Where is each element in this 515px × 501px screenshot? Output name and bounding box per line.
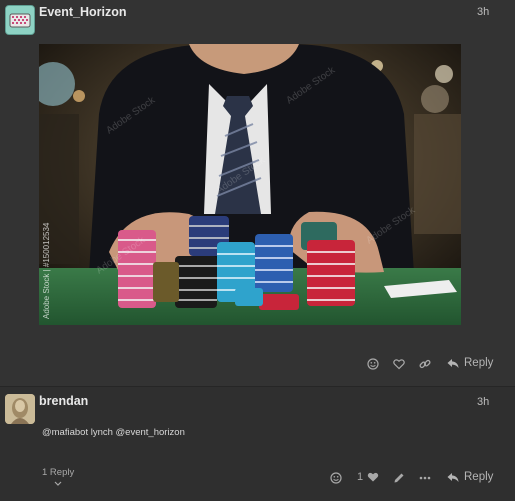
post-event-horizon: Event_Horizon 3h Adobe Stock | #15001253… — [0, 0, 515, 386]
emoji-reaction-button[interactable] — [366, 357, 380, 371]
poker-chips-image: Adobe Stock | #150012534 Adobe Stock Ado… — [39, 44, 461, 325]
link-icon — [419, 359, 431, 369]
like-count: 1 — [357, 471, 364, 483]
post-timestamp[interactable]: 3h — [477, 396, 489, 408]
like-button[interactable] — [392, 357, 406, 371]
chevron-down-icon — [54, 479, 62, 490]
reply-arrow-icon — [447, 472, 459, 482]
reply-label: Reply — [464, 471, 494, 483]
smiley-icon — [367, 358, 379, 370]
smiley-icon — [330, 472, 342, 484]
ellipsis-icon — [419, 476, 431, 480]
show-replies-button[interactable]: 1 Reply — [42, 467, 75, 486]
post-username[interactable]: Event_Horizon — [39, 5, 127, 19]
avatar[interactable] — [5, 5, 35, 35]
post-timestamp[interactable]: 3h — [477, 6, 489, 18]
reply-button[interactable]: Reply — [447, 357, 493, 369]
avatar-icon — [6, 6, 34, 34]
heart-icon — [367, 472, 379, 482]
post-image[interactable]: Adobe Stock | #150012534 Adobe Stock Ado… — [39, 44, 461, 325]
reply-label: Reply — [464, 357, 494, 369]
edit-button[interactable] — [392, 471, 406, 485]
stock-id-watermark: Adobe Stock | #150012534 — [42, 222, 51, 319]
reply-button[interactable]: Reply — [447, 471, 493, 483]
avatar[interactable] — [5, 394, 35, 424]
avatar-icon — [5, 394, 35, 424]
emoji-reaction-button[interactable] — [329, 471, 343, 485]
post-body: @mafiabot lynch @event_horizon — [42, 427, 185, 438]
more-options-button[interactable] — [418, 471, 432, 485]
like-button[interactable]: 1 — [357, 471, 379, 483]
share-link-button[interactable] — [418, 357, 432, 371]
pencil-icon — [394, 473, 404, 483]
reply-arrow-icon — [447, 358, 459, 368]
post-username[interactable]: brendan — [39, 394, 88, 408]
heart-icon — [393, 359, 405, 370]
replies-count: 1 Reply — [42, 467, 75, 478]
